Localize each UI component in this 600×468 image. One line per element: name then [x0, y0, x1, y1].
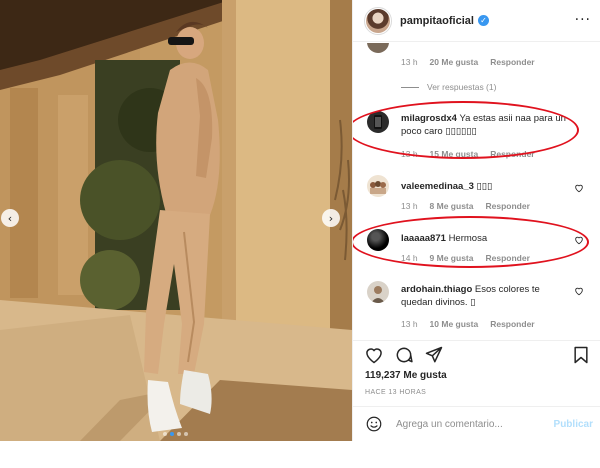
highlight-ring [353, 101, 579, 159]
person-avatar-icon [371, 286, 385, 303]
carousel-dot [163, 432, 167, 436]
publish-button[interactable]: Publicar [554, 419, 593, 430]
post-time: HACE 13 HORAS [365, 389, 427, 396]
carousel-indicator [163, 432, 188, 436]
comment-input[interactable] [396, 418, 546, 430]
view-replies-line [401, 86, 419, 88]
post-actions [353, 340, 600, 370]
post-photo[interactable]: ‹ › [0, 0, 352, 441]
author-username[interactable]: pampitaoficial [400, 15, 474, 27]
comments-list[interactable]: 13 h 20 Me gusta Responder Ver respuesta… [353, 43, 600, 338]
view-replies-button[interactable]: Ver respuestas (1) [401, 82, 496, 92]
like-comment-heart-icon[interactable] [574, 183, 584, 193]
like-count[interactable]: 119,237 Me gusta [365, 370, 447, 381]
comment-time: 13 h [401, 201, 418, 211]
comment-avatar[interactable] [367, 281, 389, 303]
add-comment-bar: Publicar [353, 406, 600, 441]
like-heart-icon[interactable] [364, 345, 384, 365]
carousel-prev-button[interactable]: ‹ [1, 209, 19, 227]
reply-button[interactable]: Responder [490, 57, 534, 67]
post-details-panel: pampitaoficial ✓ ··· 13 h 20 Me gusta Re… [352, 0, 600, 441]
comment-time: 13 h [401, 319, 418, 329]
share-send-icon[interactable] [424, 345, 444, 365]
comment-bubble-icon[interactable] [394, 345, 414, 365]
comment-meta: 13 h 20 Me gusta Responder [401, 57, 535, 67]
carousel-dot [177, 432, 181, 436]
carousel-dot-active [170, 432, 174, 436]
comment-avatar[interactable] [367, 43, 389, 53]
more-options-button[interactable]: ··· [575, 12, 591, 28]
comment-avatar[interactable] [367, 175, 389, 197]
highlight-ring [353, 216, 589, 268]
like-comment-heart-icon[interactable] [574, 286, 584, 296]
comment-body: valeemedinaa_3 ▯▯▯ [401, 180, 579, 193]
comment-meta: 13 h 10 Me gusta Responder [401, 319, 535, 329]
author-avatar-image [366, 8, 390, 33]
carousel-next-button[interactable]: › [322, 209, 340, 227]
comment-likes[interactable]: 20 Me gusta [430, 57, 479, 67]
group-avatar-icon [370, 181, 386, 194]
reply-button[interactable]: Responder [490, 319, 534, 329]
view-replies-label: Ver respuestas (1) [427, 82, 497, 92]
reply-button[interactable]: Responder [485, 201, 529, 211]
comment-likes[interactable]: 10 Me gusta [430, 319, 479, 329]
comment-time: 13 h [401, 57, 418, 67]
post-photo-illustration [0, 0, 352, 441]
comment-username[interactable]: valeemedinaa_3 [401, 181, 474, 192]
post-header: pampitaoficial ✓ ··· [353, 0, 600, 42]
comment-likes[interactable]: 8 Me gusta [430, 201, 474, 211]
save-bookmark-icon[interactable] [571, 345, 591, 365]
verified-badge-icon: ✓ [477, 15, 489, 26]
carousel-dot [184, 432, 188, 436]
emoji-smiley-icon[interactable] [365, 415, 383, 433]
comment-meta: 13 h 8 Me gusta Responder [401, 201, 530, 211]
comment-username[interactable]: ardohain.thiago [401, 284, 472, 295]
author-avatar[interactable] [364, 6, 392, 35]
comment-body: ardohain.thiago Esos colores te quedan d… [401, 283, 573, 309]
comment-text: ▯▯▯ [476, 181, 493, 192]
